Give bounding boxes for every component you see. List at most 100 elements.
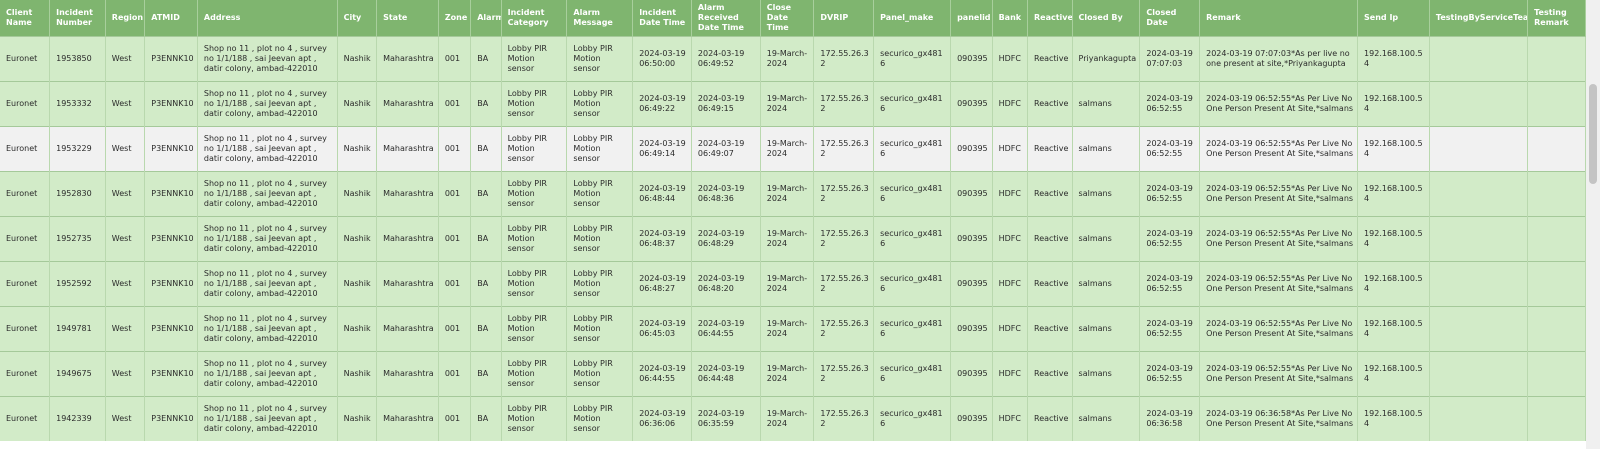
table-cell: Euronet xyxy=(0,396,51,441)
table-cell xyxy=(1527,171,1586,217)
column-header-state[interactable]: State xyxy=(376,0,439,37)
table-row[interactable]: Euronet 1942339 West P3ENNK10 Shop no 11 , p… xyxy=(0,396,1586,441)
table-cell xyxy=(1429,396,1529,441)
table-cell: West xyxy=(105,306,146,352)
table-cell: salmans xyxy=(1072,396,1141,441)
table-cell: 19-March-2024 xyxy=(760,81,815,127)
table-cell: West xyxy=(105,126,146,172)
table-row[interactable]: Euronet 1953332 West P3ENNK10 Shop no 11 , p… xyxy=(0,81,1586,127)
table-row[interactable]: Euronet 1952735 West P3ENNK10 Shop no 11 , p… xyxy=(0,216,1586,262)
column-header-closed-by[interactable]: Closed By xyxy=(1072,0,1141,37)
table-cell: HDFC xyxy=(992,36,1029,82)
table-cell: 2024-03-19 06:48:20 xyxy=(691,261,761,307)
column-header-testing-remark[interactable]: Testing Remark xyxy=(1527,0,1586,37)
table-cell: Maharashtra xyxy=(376,216,439,262)
table-cell: securico_gx4816 xyxy=(873,216,952,262)
table-cell: 172.55.26.32 xyxy=(813,171,875,217)
table-cell: Lobby PIR Motion sensor xyxy=(501,261,568,307)
column-header-zone[interactable]: Zone xyxy=(438,0,472,37)
table-cell: P3ENNK10 xyxy=(144,81,198,127)
table-cell: securico_gx4816 xyxy=(873,351,952,397)
table-cell: 001 xyxy=(438,216,472,262)
vertical-scrollbar[interactable] xyxy=(1586,0,1600,449)
table-cell xyxy=(1527,126,1586,172)
table-cell: 192.168.100.54 xyxy=(1357,306,1430,352)
table-cell xyxy=(1429,126,1529,172)
table-cell: West xyxy=(105,261,146,307)
table-cell: Nashik xyxy=(337,171,378,217)
column-header-alarm-received-date-time[interactable]: Alarm Received Date Time xyxy=(691,0,761,37)
table-row[interactable]: Euronet 1949781 West P3ENNK10 Shop no 11 , p… xyxy=(0,306,1586,352)
table-row[interactable]: Euronet 1952830 West P3ENNK10 Shop no 11 , p… xyxy=(0,171,1586,217)
table-cell: HDFC xyxy=(992,81,1029,127)
column-header-client-name[interactable]: Client Name xyxy=(0,0,51,37)
column-header-address[interactable]: Address xyxy=(197,0,338,37)
column-header-bank[interactable]: Bank xyxy=(992,0,1029,37)
table-cell: Reactive xyxy=(1027,351,1073,397)
table-cell: 1953229 xyxy=(49,126,106,172)
table-cell: 19-March-2024 xyxy=(760,216,815,262)
table-row[interactable]: Euronet 1952592 West P3ENNK10 Shop no 11 , p… xyxy=(0,261,1586,307)
table-cell: Reactive xyxy=(1027,396,1073,441)
table-row[interactable]: Euronet 1953229 West P3ENNK10 Shop no 11 , p… xyxy=(0,126,1586,172)
table-row[interactable]: Euronet 1949675 West P3ENNK10 Shop no 11 , p… xyxy=(0,351,1586,397)
table-cell: HDFC xyxy=(992,396,1029,441)
table-cell: 2024-03-19 06:48:36 xyxy=(691,171,761,217)
table-cell: Lobby PIR Motion sensor xyxy=(566,126,634,172)
table-cell: Maharashtra xyxy=(376,351,439,397)
column-header-incident-date-time[interactable]: Incident Date Time xyxy=(632,0,692,37)
column-header-region[interactable]: Region xyxy=(105,0,146,37)
table-cell: 090395 xyxy=(950,81,993,127)
table-cell: 2024-03-19 06:45:03 xyxy=(632,306,692,352)
table-cell: Lobby PIR Motion sensor xyxy=(566,306,634,352)
column-header-incident-category[interactable]: Incident Category xyxy=(501,0,568,37)
table-cell: P3ENNK10 xyxy=(144,216,198,262)
table-row[interactable]: Euronet 1953850 West P3ENNK10 Shop no 11 , p… xyxy=(0,36,1586,82)
table-cell: 1952735 xyxy=(49,216,106,262)
table-cell: Shop no 11 , plot no 4 , survey no 1/1/1… xyxy=(197,306,338,352)
column-header-dvrip[interactable]: DVRIP xyxy=(813,0,875,37)
table-cell: 2024-03-19 06:52:55*As Per Live No One P… xyxy=(1199,216,1359,262)
table-cell: 2024-03-19 06:52:55*As Per Live No One P… xyxy=(1199,126,1359,172)
table-cell: salmans xyxy=(1072,261,1141,307)
column-header-incident-number[interactable]: Incident Number xyxy=(49,0,106,37)
column-header-alarm[interactable]: Alarm xyxy=(470,0,502,37)
table-cell: 090395 xyxy=(950,396,993,441)
table-cell: 2024-03-19 06:44:55 xyxy=(691,306,761,352)
table-cell: Nashik xyxy=(337,126,378,172)
column-header-panel-make[interactable]: Panel_make xyxy=(873,0,952,37)
column-header-closed-date[interactable]: Closed Date xyxy=(1139,0,1201,37)
column-header-close-date-time[interactable]: Close Date Time xyxy=(760,0,815,37)
column-header-atmid[interactable]: ATMID xyxy=(144,0,198,37)
table-cell: BA xyxy=(470,126,502,172)
column-header-remark[interactable]: Remark xyxy=(1199,0,1359,37)
table-cell: Maharashtra xyxy=(376,81,439,127)
table-cell xyxy=(1527,261,1586,307)
table-cell: salmans xyxy=(1072,351,1141,397)
table-cell: Lobby PIR Motion sensor xyxy=(501,396,568,441)
table-cell: P3ENNK10 xyxy=(144,261,198,307)
table-cell: 2024-03-19 06:52:55 xyxy=(1139,351,1201,397)
table-cell: Maharashtra xyxy=(376,126,439,172)
column-header-panelid[interactable]: panelid xyxy=(950,0,993,37)
column-header-alarm-message[interactable]: Alarm Message xyxy=(566,0,634,37)
table-cell: 001 xyxy=(438,36,472,82)
table-cell: Nashik xyxy=(337,261,378,307)
column-header-send-ip[interactable]: Send Ip xyxy=(1357,0,1430,37)
table-cell: 172.55.26.32 xyxy=(813,396,875,441)
column-header-reactive[interactable]: Reactive xyxy=(1027,0,1073,37)
table-cell: BA xyxy=(470,81,502,127)
table-cell: Euronet xyxy=(0,81,51,127)
table-cell: 090395 xyxy=(950,351,993,397)
scrollbar-thumb[interactable] xyxy=(1589,84,1597,184)
table-cell: Euronet xyxy=(0,216,51,262)
table-cell: BA xyxy=(470,351,502,397)
table-cell: BA xyxy=(470,216,502,262)
column-header-city[interactable]: City xyxy=(337,0,378,37)
table-cell: Reactive xyxy=(1027,81,1073,127)
column-header-testingbyserviceteam[interactable]: TestingByServiceTeam xyxy=(1429,0,1529,37)
table-cell: Euronet xyxy=(0,351,51,397)
table-cell: 001 xyxy=(438,306,472,352)
table-cell: securico_gx4816 xyxy=(873,306,952,352)
table-cell: 001 xyxy=(438,126,472,172)
